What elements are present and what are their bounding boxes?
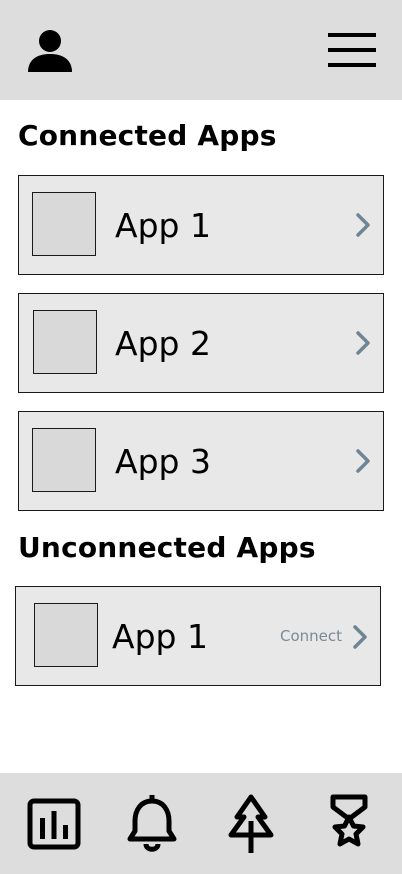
app-thumbnail [33,310,97,374]
connected-app-row[interactable]: App 3 [18,411,384,511]
connected-app-row[interactable]: App 1 [18,175,384,275]
hamburger-menu-icon [328,33,376,67]
profile-button[interactable] [26,28,74,74]
chevron-right-icon [356,449,370,473]
app-name: App 1 [112,617,208,656]
app-name: App 1 [115,206,211,245]
app-thumbnail [32,428,96,492]
bar-chart-icon [27,798,81,850]
menu-button[interactable] [326,31,378,69]
connected-apps-title: Connected Apps [18,119,277,152]
app-thumbnail [32,192,96,256]
app-thumbnail [34,603,98,667]
connect-label: Connect [280,627,343,645]
connected-app-row[interactable]: App 2 [18,293,384,393]
connect-button[interactable]: Connect [280,624,370,650]
unconnected-apps-title: Unconnected Apps [18,531,316,564]
award-icon [330,794,368,847]
nav-stats[interactable] [24,793,84,855]
nav-environment[interactable] [221,793,281,855]
chevron-right-icon [356,213,370,237]
top-header [0,0,402,100]
tree-icon [228,794,274,853]
bell-icon [127,795,177,852]
app-name: App 2 [115,324,211,363]
chevron-right-icon [356,331,370,355]
chevron-right-icon [353,625,367,649]
bottom-navigation [0,773,402,874]
nav-achievements[interactable] [319,793,379,855]
unconnected-app-row: App 1 Connect [15,586,381,686]
nav-notifications[interactable] [122,793,182,855]
person-icon [28,30,72,72]
app-name: App 3 [115,442,211,481]
connected-apps-screen: Connected Apps App 1 App 2 App 3 Unconne… [0,0,402,874]
